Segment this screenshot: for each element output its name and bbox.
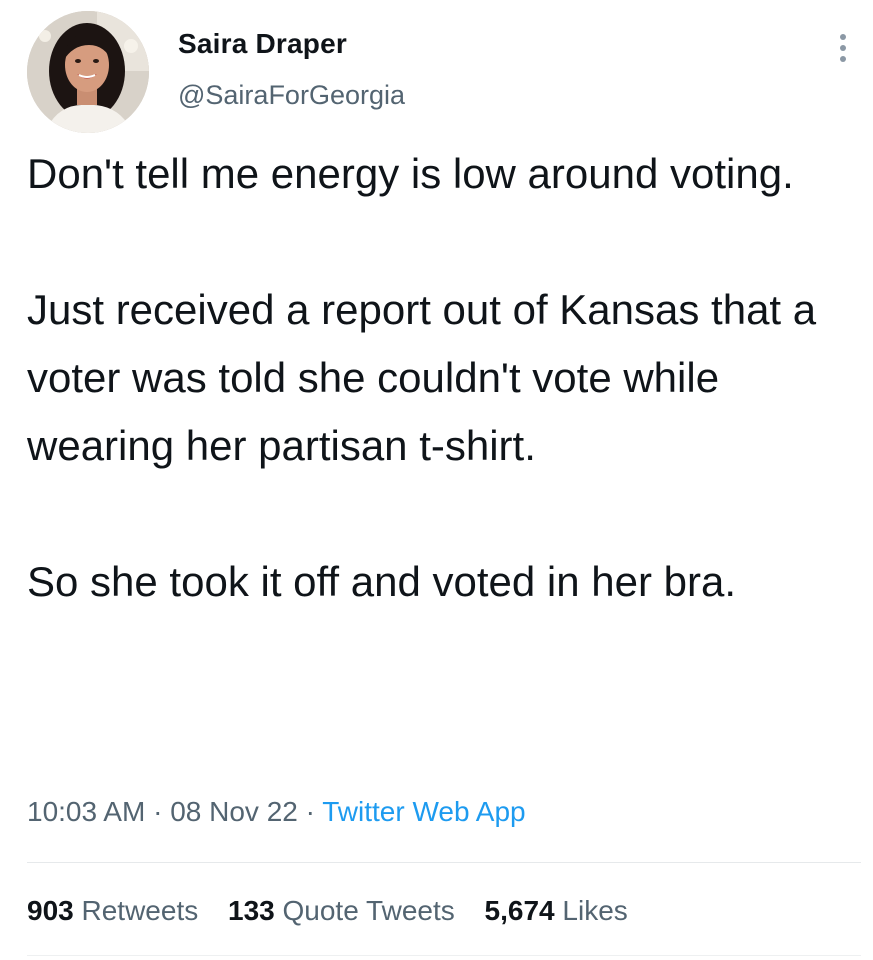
meta-separator: · xyxy=(153,796,163,827)
retweets-label: Retweets xyxy=(81,895,199,926)
tweet-meta: 10:03 AM · 08 Nov 22 · Twitter Web App xyxy=(27,796,526,828)
avatar[interactable] xyxy=(27,11,149,133)
likes-count: 5,674 xyxy=(484,895,555,926)
more-dot xyxy=(840,45,846,51)
author-display-name[interactable]: Saira Draper xyxy=(178,28,347,60)
more-dot xyxy=(840,56,846,62)
retweets-stat[interactable]: 903 Retweets xyxy=(27,895,198,927)
profile-photo-icon xyxy=(27,11,149,133)
likes-label: Likes xyxy=(562,895,628,926)
tweet-time[interactable]: 10:03 AM xyxy=(27,796,145,827)
tweet-stats: 903 Retweets 133 Quote Tweets 5,674 Like… xyxy=(27,895,650,927)
tweet-paragraph: Just received a report out of Kansas tha… xyxy=(27,286,817,469)
divider xyxy=(27,862,861,863)
tweet-text: Don't tell me energy is low around votin… xyxy=(27,140,847,616)
author-handle[interactable]: @SairaForGeorgia xyxy=(178,80,405,111)
more-dot xyxy=(840,34,846,40)
tweet-paragraph: So she took it off and voted in her bra. xyxy=(27,558,737,605)
more-options-icon[interactable] xyxy=(828,28,858,68)
quote-tweets-count: 133 xyxy=(228,895,275,926)
tweet-paragraph: Don't tell me energy is low around votin… xyxy=(27,150,794,197)
retweets-count: 903 xyxy=(27,895,74,926)
likes-stat[interactable]: 5,674 Likes xyxy=(485,895,628,927)
tweet-card: Saira Draper @SairaForGeorgia Don't tell… xyxy=(0,0,873,960)
quote-tweets-label: Quote Tweets xyxy=(282,895,455,926)
meta-separator: · xyxy=(305,796,315,827)
divider xyxy=(27,955,861,956)
quote-tweets-stat[interactable]: 133 Quote Tweets xyxy=(228,895,455,927)
tweet-date[interactable]: 08 Nov 22 xyxy=(170,796,298,827)
tweet-source-link[interactable]: Twitter Web App xyxy=(322,796,525,827)
